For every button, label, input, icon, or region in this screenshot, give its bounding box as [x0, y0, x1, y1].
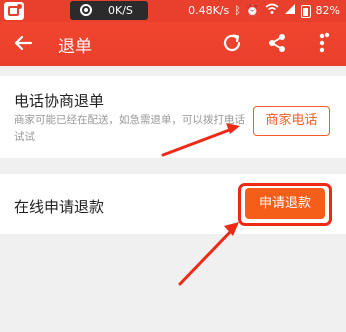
- phone-refund-title: 电话协商退单: [14, 92, 105, 110]
- signal-icon: [284, 3, 296, 19]
- wifi-icon: [265, 3, 279, 19]
- online-refund-title: 在线申请退款: [14, 198, 105, 216]
- network-speed-pill: 0K/S: [70, 1, 148, 20]
- network-speed-right: 0.48K/s: [188, 4, 230, 17]
- phone-refund-description: 商家可能已经在配送，如急需退单，可以拨打电话试试: [14, 114, 245, 143]
- speed-meter-icon: [80, 4, 92, 16]
- refresh-icon[interactable]: [219, 30, 245, 56]
- bluetooth-icon: ᛒ: [234, 4, 241, 17]
- page-title: 退单: [58, 37, 92, 57]
- merchant-phone-button[interactable]: 商家电话: [253, 106, 330, 136]
- status-icons: 0.48K/s ᛒ ⏰ 82%: [188, 3, 340, 19]
- app-notification-icon: [4, 2, 24, 20]
- status-bar: 0K/S 0.48K/s ᛒ ⏰ 82%: [0, 0, 346, 22]
- alarm-icon: ⏰: [245, 4, 260, 17]
- share-icon[interactable]: [264, 30, 290, 56]
- more-options-icon[interactable]: [312, 30, 332, 56]
- battery-level: 82%: [315, 4, 340, 17]
- app-header: 退单: [0, 22, 346, 66]
- battery-icon: [300, 4, 311, 18]
- apply-refund-button[interactable]: 申请退款: [245, 188, 325, 219]
- network-speed-center: 0K/S: [108, 4, 133, 17]
- back-arrow-icon[interactable]: [10, 30, 36, 56]
